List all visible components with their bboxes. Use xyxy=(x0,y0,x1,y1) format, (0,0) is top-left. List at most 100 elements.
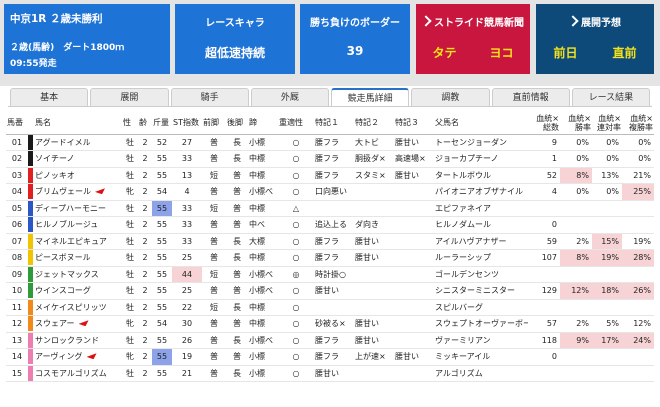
race-character-card[interactable]: レースキャラ 超低速持続 xyxy=(175,4,295,74)
cell-kin: 54 xyxy=(152,183,172,201)
horse-name[interactable]: アーヴィング xyxy=(34,348,122,366)
cell-s2: 大トビ xyxy=(354,134,394,151)
cell-r: 15% xyxy=(592,233,622,250)
tab-training[interactable]: 調教 xyxy=(411,88,490,107)
cell-s2: 胴扱ダ× xyxy=(354,150,394,168)
tab-gaikyu[interactable]: 外厩 xyxy=(250,88,329,107)
tab-basic[interactable]: 基本 xyxy=(10,88,89,107)
table-row[interactable]: 10 ウインスコーグ牡 2 55 25 普普小標べ ○ 腰甘い シニスターミニスター 129 12%… xyxy=(6,282,654,300)
table-row[interactable]: 11 メイケイスピリッツ 牡 2 55 22 短長中標 ○ スピルバーグ xyxy=(6,299,654,316)
horse-name[interactable]: コスモアルゴリズム xyxy=(34,365,122,382)
cell-mae: 普 xyxy=(202,150,226,168)
cell-kin: 55 xyxy=(152,249,172,267)
just-before-link[interactable]: 直前 xyxy=(612,44,636,61)
horse-name[interactable]: サンロックランド xyxy=(34,332,122,349)
cell-tot xyxy=(528,365,560,382)
cell-w: 12% xyxy=(560,282,592,300)
horse-name[interactable]: メイケイスピリッツ xyxy=(34,299,122,316)
horse-name[interactable]: ヒルノブルージュ xyxy=(34,216,122,234)
cell-r xyxy=(592,365,622,382)
horse-name[interactable]: ジェットマックス xyxy=(34,266,122,283)
cell-mae: 普 xyxy=(202,348,226,366)
border-card[interactable]: 勝ち負けのボーダー 39 xyxy=(300,4,410,74)
cell-s2 xyxy=(354,299,394,316)
cell-s2 xyxy=(354,183,394,201)
table-row[interactable]: 13 サンロックランド 牡 2 55 26 普長小標べ ○ 腰フラ 腰甘い ヴァーミリアン 118 9%… xyxy=(6,332,654,349)
horse-name-text: ピースボヌール xyxy=(35,253,91,263)
tab-latest-info[interactable]: 直前情報 xyxy=(491,88,570,107)
cell-no: 09 xyxy=(6,266,28,283)
cell-ato: 長 xyxy=(226,150,248,168)
horse-name[interactable]: ブリムヴェール xyxy=(34,183,122,201)
cell-f xyxy=(622,299,654,316)
table-row[interactable]: 12スウェアー牝25430普普中標○砂被る×腰甘いスウェプトオーヴァーボード57… xyxy=(6,315,654,333)
cell-st: 30 xyxy=(172,315,202,333)
table-row[interactable]: 15 コスモアルゴリズム 牡 2 55 21 普長小標 ○ 腰甘い アルゴリズム xyxy=(6,365,654,382)
cell-s2: 腰甘い xyxy=(354,233,394,250)
cell-st: 26 xyxy=(172,332,202,349)
cell-age: 2 xyxy=(138,183,152,201)
horse-name[interactable]: アグードイメル xyxy=(34,134,122,151)
table-row[interactable]: 06 ヒルノブルージュ牡 2 55 33 普普中べ ○ 追込上る ダ向き ヒルノダムール 0 xyxy=(6,216,654,234)
horse-name[interactable]: ディープハーモニー xyxy=(34,200,122,217)
cell-tei: 小標 xyxy=(248,365,278,382)
cell-age: 2 xyxy=(138,167,152,184)
cell-w xyxy=(560,266,592,283)
table-row[interactable]: 04 ブリムヴェール牝 2 54 4 普普小標べ ○ 口向悪い パイオニアオブザナイル 4 0% 0%… xyxy=(6,183,654,201)
col-rentai: 血統×連対率 xyxy=(592,112,622,135)
table-row[interactable]: 01 アグードイメル牡 2 52 27 普長小標 ○ 腰フラ 大トビ 腰甘い トーセンジョーダン 9 0… xyxy=(6,134,654,151)
table-row[interactable]: 07 マイネルエピキュア 牡 2 55 33 普長大標 ○ 腰フラ 腰甘い アイルハヴアナザー 59 2… xyxy=(6,233,654,250)
race-info: 中京1R ２歳未勝利 ２歳(馬齢) ダート1800ｍ 09:55発走 xyxy=(4,4,170,74)
horse-name[interactable]: スウェアー xyxy=(34,315,122,333)
horse-name[interactable]: マイネルエピキュア xyxy=(34,233,122,250)
tab-race-result[interactable]: レース結果 xyxy=(571,88,650,107)
col-sire: 父馬名 xyxy=(434,112,528,135)
cell-mae: 普 xyxy=(202,315,226,333)
cell-sex: 牝 xyxy=(122,183,138,201)
table-row[interactable]: 05 ディープハーモニー 牡 2 55 33 短普中標 △ エピファネイア xyxy=(6,200,654,217)
table-row[interactable]: 08 ピースボヌール 牡 2 55 25 普長中標 ○ 腰フラ 腰甘い ルーラーシップ 107 8% 19… xyxy=(6,249,654,267)
border-value: 39 xyxy=(346,44,364,58)
yoko-link[interactable]: ヨコ xyxy=(489,44,513,61)
race-time: 09:55発走 xyxy=(10,59,57,69)
cell-s2 xyxy=(354,266,394,283)
cell-s3 xyxy=(394,282,434,300)
tate-link[interactable]: タテ xyxy=(432,44,456,61)
cell-tot: 59 xyxy=(528,233,560,250)
race-header: 中京1R ２歳未勝利 ２歳(馬齢) ダート1800ｍ 09:55発走 レースキャ… xyxy=(0,0,660,86)
prev-day-link[interactable]: 前日 xyxy=(553,44,577,61)
cell-sire: ゴールデンセンツ xyxy=(434,266,528,283)
cell-s3 xyxy=(394,332,434,349)
cell-ato: 長 xyxy=(226,249,248,267)
tab-jockey[interactable]: 騎手 xyxy=(170,88,249,107)
cell-ato: 長 xyxy=(226,365,248,382)
cell-kin: 55 xyxy=(152,365,172,382)
cell-s3: 腰甘い xyxy=(394,167,434,184)
horse-name[interactable]: ウインスコーグ xyxy=(34,282,122,300)
horse-name[interactable]: ソイチーノ xyxy=(34,150,122,168)
cell-ato: 長 xyxy=(226,299,248,316)
horse-name[interactable]: ピノッキオ xyxy=(34,167,122,184)
horse-name-text: ソイチーノ xyxy=(35,154,75,164)
table-row[interactable]: 14 アーヴィング牝 2 55 19 普普小標 ○ 腰フラ 上が速× 腰甘い ミッキーアイル 0 xyxy=(6,348,654,366)
tab-horse-detail[interactable]: 競走馬詳細 xyxy=(331,88,410,107)
table-row[interactable]: 09 ジェットマックス 牡 2 55 44 短普小標べ ◎ 時計掛○ ゴールデンセンツ xyxy=(6,266,654,283)
table-row[interactable]: 03 ピノッキオ 牡 2 55 13 短普中標 ○ 腰フラ スタミ× 腰甘い タートルボウル 52 8% 1… xyxy=(6,167,654,184)
cell-f: 12% xyxy=(622,315,654,333)
cell-ato: 普 xyxy=(226,183,248,201)
cell-s1 xyxy=(314,200,354,217)
col-s1: 特記１ xyxy=(314,112,354,135)
cell-st: 13 xyxy=(172,167,202,184)
cell-st: 27 xyxy=(172,134,202,151)
tab-tenkai[interactable]: 展開 xyxy=(90,88,169,107)
cell-tot: 107 xyxy=(528,249,560,267)
cell-sex: 牡 xyxy=(122,332,138,349)
cell-tei: 中標 xyxy=(248,150,278,168)
cell-kin: 55 xyxy=(152,282,172,300)
table-row[interactable]: 02 ソイチーノ牡 2 55 33 普長中標 ○ 腰フラ 胴扱ダ× 高速場× ジョーカプチーノ 1 0%… xyxy=(6,150,654,168)
cell-tei: 中標 xyxy=(248,299,278,316)
horse-name-text: メイケイスピリッツ xyxy=(35,302,107,312)
col-s3: 特記３ xyxy=(394,112,434,135)
cell-sire: トーセンジョーダン xyxy=(434,134,528,151)
horse-name[interactable]: ピースボヌール xyxy=(34,249,122,267)
